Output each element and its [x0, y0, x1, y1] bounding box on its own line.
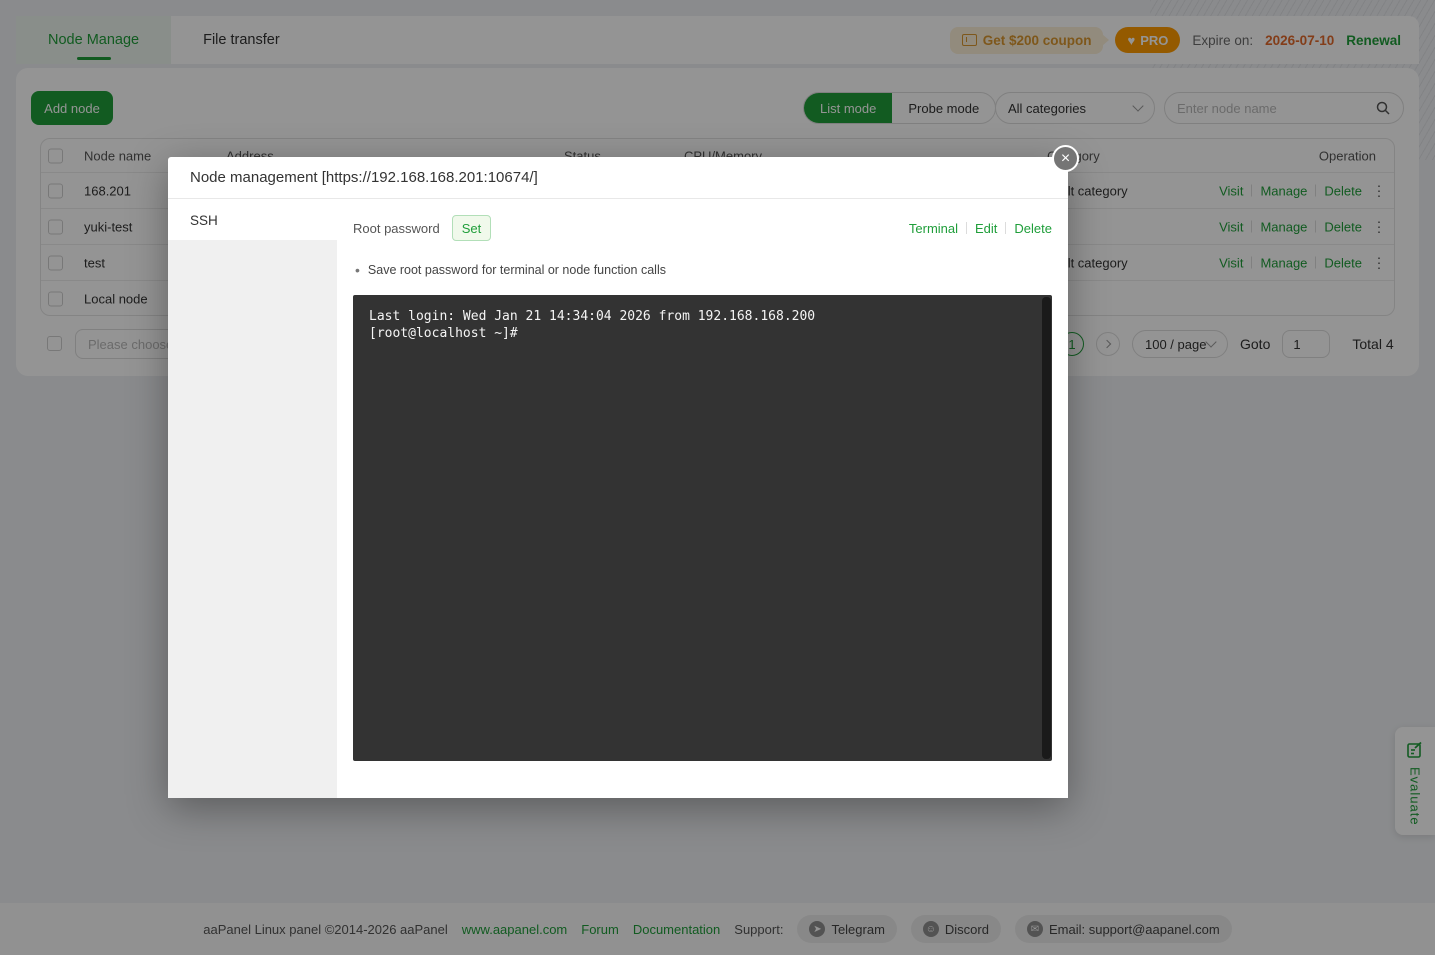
- modal-delete-link[interactable]: Delete: [1014, 221, 1052, 236]
- terminal-prompt: [root@localhost ~]#: [369, 325, 1036, 342]
- set-password-button[interactable]: Set: [452, 215, 492, 241]
- bullet-icon: •: [355, 262, 360, 278]
- terminal-scrollbar[interactable]: [1042, 297, 1051, 759]
- root-password-label: Root password: [353, 221, 440, 236]
- modal-close-button[interactable]: ×: [1052, 145, 1079, 172]
- modal-header: Node management [https://192.168.168.201…: [168, 157, 1068, 199]
- root-password-row: Root password Set Terminal Edit Delete: [353, 214, 1052, 242]
- modal-title: Node management [https://192.168.168.201…: [190, 169, 538, 186]
- modal-sidebar: SSH: [168, 200, 337, 798]
- terminal-line: Last login: Wed Jan 21 14:34:04 2026 fro…: [369, 308, 1036, 325]
- sidebar-item-ssh-label: SSH: [190, 213, 218, 228]
- sidebar-item-ssh[interactable]: SSH: [168, 200, 337, 240]
- hint-text: Save root password for terminal or node …: [368, 263, 666, 277]
- modal-actions: Terminal Edit Delete: [909, 221, 1052, 236]
- edit-link[interactable]: Edit: [975, 221, 997, 236]
- ssh-terminal[interactable]: Last login: Wed Jan 21 14:34:04 2026 fro…: [353, 295, 1052, 761]
- modal-content: Root password Set Terminal Edit Delete •…: [337, 200, 1068, 798]
- root-password-hint: • Save root password for terminal or nod…: [355, 262, 666, 278]
- node-management-modal: × Node management [https://192.168.168.2…: [168, 157, 1068, 798]
- terminal-link[interactable]: Terminal: [909, 221, 958, 236]
